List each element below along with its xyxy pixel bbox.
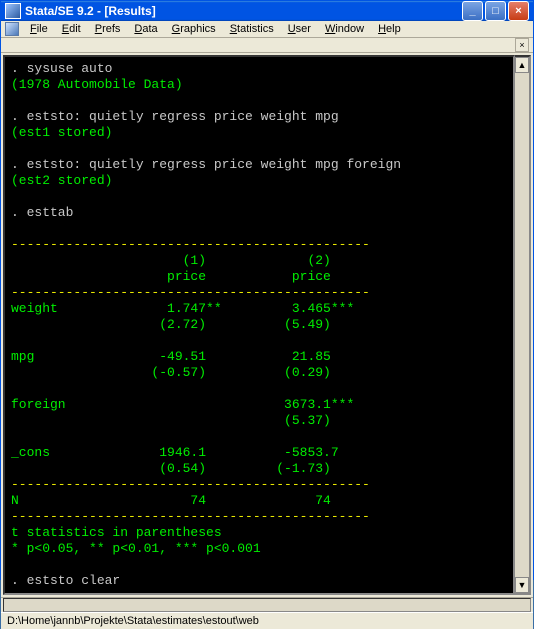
table-row: (0.54) (-1.73) <box>11 461 354 476</box>
menu-statistics[interactable]: Statistics <box>223 21 281 37</box>
output-line: (est2 stored) <box>11 173 112 188</box>
cmd-line: . eststo: quietly regress price weight m… <box>11 109 339 124</box>
table-rule: ----------------------------------------… <box>11 285 370 300</box>
cmd-line: . eststo: quietly regress price weight m… <box>11 157 401 172</box>
menu-user[interactable]: User <box>281 21 318 37</box>
results-console[interactable]: . sysuse auto (1978 Automobile Data) . e… <box>3 55 515 595</box>
titlebar[interactable]: Stata/SE 9.2 - [Results] _ □ × <box>1 1 533 21</box>
mdi-doc-icon <box>5 22 19 36</box>
maximize-button[interactable]: □ <box>485 1 506 21</box>
mdi-close-button[interactable]: × <box>515 38 529 52</box>
table-row: weight 1.747** 3.465*** <box>11 301 354 316</box>
cmd-line: . eststo clear <box>11 573 120 588</box>
minimize-button[interactable]: _ <box>462 1 483 21</box>
table-footnote: * p<0.05, ** p<0.01, *** p<0.001 <box>11 541 261 556</box>
table-row: _cons 1946.1 -5853.7 <box>11 445 362 460</box>
mdi-toolbar: × <box>1 38 533 53</box>
close-button[interactable]: × <box>508 1 529 21</box>
cmd-line: . esttab <box>11 205 73 220</box>
horizontal-scrollbar[interactable] <box>1 597 533 612</box>
status-path: D:\Home\jannb\Projekte\Stata\estimates\e… <box>7 615 259 627</box>
app-window: Stata/SE 9.2 - [Results] _ □ × File Edit… <box>0 0 534 580</box>
menu-graphics[interactable]: Graphics <box>165 21 223 37</box>
scroll-up-button[interactable]: ▲ <box>515 57 529 73</box>
vertical-scrollbar[interactable]: ▲ ▼ <box>515 55 531 595</box>
menu-help[interactable]: Help <box>371 21 408 37</box>
table-rule: ----------------------------------------… <box>11 237 370 252</box>
menu-edit[interactable]: Edit <box>55 21 88 37</box>
table-rule: ----------------------------------------… <box>11 477 370 492</box>
menu-file[interactable]: File <box>23 21 55 37</box>
table-row: (2.72) (5.49) <box>11 317 354 332</box>
table-header: (1) (2) <box>11 253 354 268</box>
table-row: N 74 74 <box>11 493 354 508</box>
console-area: . sysuse auto (1978 Automobile Data) . e… <box>1 53 533 597</box>
table-row: (-0.57) (0.29) <box>11 365 354 380</box>
table-row: mpg -49.51 21.85 <box>11 349 354 364</box>
cmd-line: . sysuse auto <box>11 61 112 76</box>
hscroll-track[interactable] <box>3 598 531 612</box>
window-title: Stata/SE 9.2 - [Results] <box>25 4 462 18</box>
menu-window[interactable]: Window <box>318 21 371 37</box>
scroll-down-button[interactable]: ▼ <box>515 577 529 593</box>
menu-data[interactable]: Data <box>127 21 164 37</box>
table-header: price price <box>11 269 354 284</box>
menubar: File Edit Prefs Data Graphics Statistics… <box>1 21 533 38</box>
statusbar: D:\Home\jannb\Projekte\Stata\estimates\e… <box>1 612 533 629</box>
scroll-track[interactable] <box>515 73 529 577</box>
table-row: (5.37) <box>11 413 354 428</box>
output-line: (est1 stored) <box>11 125 112 140</box>
output-line: (1978 Automobile Data) <box>11 77 183 92</box>
table-footnote: t statistics in parentheses <box>11 525 222 540</box>
table-row: foreign 3673.1*** <box>11 397 354 412</box>
app-icon <box>5 3 21 19</box>
menu-prefs[interactable]: Prefs <box>88 21 128 37</box>
table-rule: ----------------------------------------… <box>11 509 370 524</box>
